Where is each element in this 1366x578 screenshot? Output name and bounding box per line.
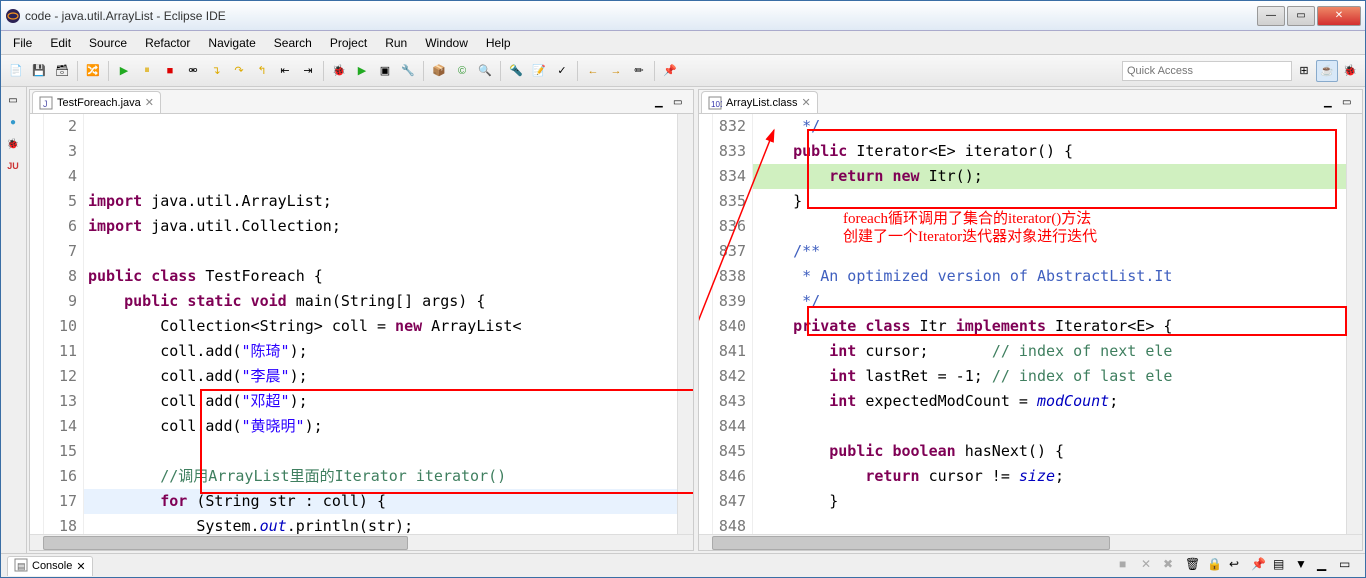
junit-view-icon[interactable]: JU [3, 157, 23, 175]
step-over-icon[interactable]: ↷ [228, 60, 250, 82]
terminate-icon[interactable]: ■ [159, 60, 181, 82]
menu-window[interactable]: Window [417, 34, 476, 52]
java-perspective-icon[interactable]: ☕ [1316, 60, 1338, 82]
task-icon[interactable]: ✓ [551, 60, 573, 82]
menu-edit[interactable]: Edit [42, 34, 79, 52]
code-content-left[interactable]: import java.util.ArrayList;import java.u… [84, 114, 677, 534]
back-icon[interactable]: ← [582, 60, 604, 82]
ext-tools-icon[interactable]: 🔧 [397, 60, 419, 82]
menu-source[interactable]: Source [81, 34, 135, 52]
marker-column[interactable] [699, 114, 713, 534]
close-icon[interactable]: ✕ [145, 96, 154, 109]
class-file-icon: 101 [708, 96, 722, 110]
annotation-icon[interactable]: 📝 [528, 60, 550, 82]
minimize-console-icon[interactable]: ▁ [1317, 557, 1337, 575]
console-icon: ▤ [14, 558, 28, 575]
open-type-icon[interactable]: 🔍 [474, 60, 496, 82]
svg-text:101: 101 [711, 100, 722, 109]
quick-access-input[interactable] [1122, 61, 1292, 81]
run-icon[interactable]: ▶ [351, 60, 373, 82]
menu-run[interactable]: Run [377, 34, 415, 52]
maximize-view-icon[interactable]: ▭ [673, 97, 689, 113]
new-class-icon[interactable]: © [451, 60, 473, 82]
tab-label: ArrayList.class [726, 97, 798, 109]
display-console-icon[interactable]: ▤ [1273, 557, 1293, 575]
console-label: Console [32, 560, 72, 572]
open-perspective-icon[interactable]: ⊞ [1293, 60, 1315, 82]
menu-refactor[interactable]: Refactor [137, 34, 198, 52]
marker-column[interactable] [30, 114, 44, 534]
tab-testforeach[interactable]: J TestForeach.java ✕ [32, 91, 161, 113]
restore-icon[interactable]: ▭ [3, 91, 23, 109]
line-numbers-right: 8328338348358368378388398408418428438448… [713, 114, 753, 534]
maximize-console-icon[interactable]: ▭ [1339, 557, 1359, 575]
drop-frame-icon[interactable]: ⇤ [274, 60, 296, 82]
quick-access [1122, 61, 1292, 81]
left-trim: ▭ ● 🐞 JU [1, 87, 27, 553]
forward-icon[interactable]: → [605, 60, 627, 82]
annotation-text: foreach循环调用了集合的iterator()方法 创建了一个Iterato… [843, 210, 1097, 246]
disconnect-icon[interactable]: ⚮ [182, 60, 204, 82]
menubar: FileEditSourceRefactorNavigateSearchProj… [1, 31, 1365, 55]
menu-search[interactable]: Search [266, 34, 320, 52]
menu-project[interactable]: Project [322, 34, 375, 52]
resume-icon[interactable]: ▶ [113, 60, 135, 82]
menu-file[interactable]: File [5, 34, 40, 52]
terminate-console-icon[interactable]: ■ [1119, 557, 1139, 575]
maximize-view-icon[interactable]: ▭ [1342, 97, 1358, 113]
horizontal-scrollbar[interactable] [699, 534, 1362, 550]
new-icon[interactable]: 📄 [5, 60, 27, 82]
save-icon[interactable]: 💾 [28, 60, 50, 82]
pin-icon[interactable]: 📌 [659, 60, 681, 82]
word-wrap-icon[interactable]: ↩ [1229, 557, 1249, 575]
new-package-icon[interactable]: 📦 [428, 60, 450, 82]
editor-left: J TestForeach.java ✕ ▁ ▭ 234567891011121… [29, 89, 694, 551]
java-file-icon: J [39, 96, 53, 110]
save-all-icon[interactable]: 🗃 [51, 60, 73, 82]
svg-text:▤: ▤ [17, 561, 26, 571]
search-icon[interactable]: 🔦 [505, 60, 527, 82]
close-button[interactable]: ✕ [1317, 6, 1361, 26]
close-icon[interactable]: ✕ [76, 560, 85, 573]
tab-arraylist[interactable]: 101 ArrayList.class ✕ [701, 91, 818, 113]
open-console-icon[interactable]: ▼ [1295, 557, 1315, 575]
close-icon[interactable]: ✕ [802, 96, 811, 109]
vertical-scrollbar[interactable] [677, 114, 693, 534]
switch-icon[interactable]: 🔀 [82, 60, 104, 82]
menu-help[interactable]: Help [478, 34, 519, 52]
bottom-panel: ▤ Console ✕ ■ ✕ ✖ 🗑 🔒 ↩ 📌 ▤ ▼ ▁ ▭ [1, 553, 1365, 577]
suspend-icon[interactable]: ⏸ [136, 60, 158, 82]
debug-view-icon[interactable]: 🐞 [3, 135, 23, 153]
vertical-scrollbar[interactable] [1346, 114, 1362, 534]
scroll-lock-icon[interactable]: 🔒 [1207, 557, 1227, 575]
editor-right: 101 ArrayList.class ✕ ▁ ▭ 83283383483583… [698, 89, 1363, 551]
remove-launch-icon[interactable]: ✕ [1141, 557, 1161, 575]
window-title: code - java.util.ArrayList - Eclipse IDE [25, 9, 1257, 23]
debug-perspective-icon[interactable]: 🐞 [1339, 60, 1361, 82]
toolbar: 📄 💾 🗃 🔀 ▶ ⏸ ■ ⚮ ↴ ↷ ↰ ⇤ ⇥ 🐞 ▶ ▣ 🔧 📦 © 🔍 … [1, 55, 1365, 87]
titlebar: code - java.util.ArrayList - Eclipse IDE… [1, 1, 1365, 31]
code-content-right[interactable]: */ public Iterator<E> iterator() { retur… [753, 114, 1346, 534]
step-filter-icon[interactable]: ⇥ [297, 60, 319, 82]
coverage-icon[interactable]: ▣ [374, 60, 396, 82]
remove-all-icon[interactable]: ✖ [1163, 557, 1183, 575]
maximize-button[interactable]: ▭ [1287, 6, 1315, 26]
menu-navigate[interactable]: Navigate [200, 34, 263, 52]
minimize-view-icon[interactable]: ▁ [655, 97, 671, 113]
eclipse-icon [5, 8, 21, 24]
step-return-icon[interactable]: ↰ [251, 60, 273, 82]
svg-text:J: J [43, 99, 48, 109]
minimize-button[interactable]: — [1257, 6, 1285, 26]
line-numbers-left: 23456789101112131415161718 [44, 114, 84, 534]
tab-label: TestForeach.java [57, 97, 141, 109]
breakpoints-view-icon[interactable]: ● [3, 113, 23, 131]
minimize-view-icon[interactable]: ▁ [1324, 97, 1340, 113]
debug-icon[interactable]: 🐞 [328, 60, 350, 82]
clear-console-icon[interactable]: 🗑 [1185, 557, 1205, 575]
console-tab[interactable]: ▤ Console ✕ [7, 556, 93, 576]
step-into-icon[interactable]: ↴ [205, 60, 227, 82]
horizontal-scrollbar[interactable] [30, 534, 693, 550]
last-edit-icon[interactable]: ✏ [628, 60, 650, 82]
pin-console-icon[interactable]: 📌 [1251, 557, 1271, 575]
